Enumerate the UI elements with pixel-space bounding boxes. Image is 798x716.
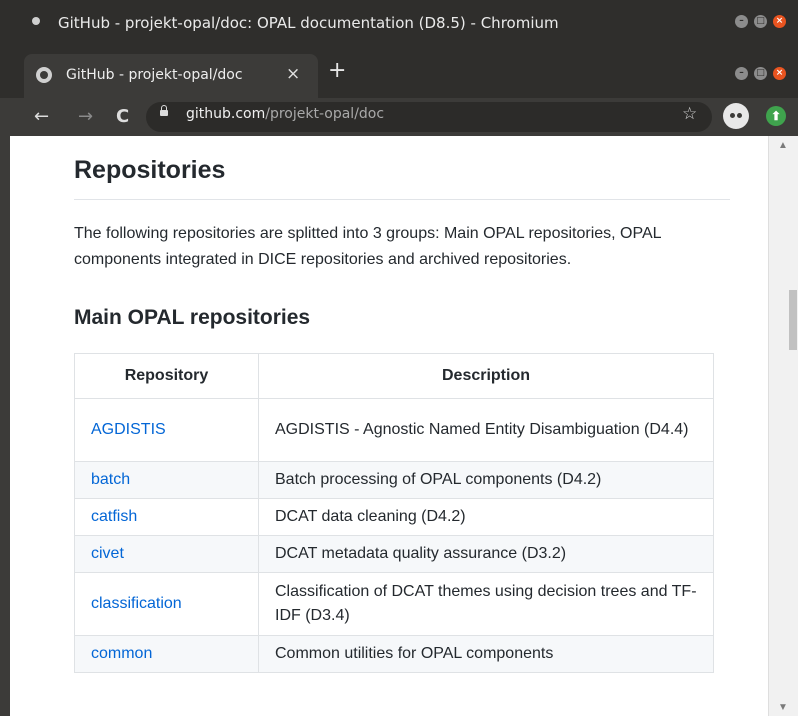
repo-cell: common [74,635,259,673]
table-row: catfish DCAT data cleaning (D4.2) [74,498,714,536]
scroll-up-arrow-icon[interactable]: ▲ [778,140,788,151]
minimize-icon[interactable]: – [735,15,748,28]
url-host: github.com [186,106,266,122]
intro-paragraph: The following repositories are splitted … [74,225,661,268]
repo-link-civet[interactable]: civet [91,545,124,562]
page-content: Repositories The following repositories … [10,136,768,716]
scroll-down-arrow-icon[interactable]: ▼ [778,702,788,713]
repo-link-agdistis[interactable]: AGDISTIS [91,421,166,438]
maximize-icon[interactable]: □ [754,15,767,28]
scrollbar-thumb[interactable] [789,290,797,350]
bookmark-star-icon[interactable]: ☆ [682,104,697,124]
tab-title: GitHub - projekt-opal/doc [66,67,243,83]
repo-cell: civet [74,535,259,573]
forward-button[interactable]: → [78,106,93,127]
description-cell: Classification of DCAT themes using deci… [258,572,714,636]
description-cell: AGDISTIS - Agnostic Named Entity Disambi… [258,398,714,462]
back-button[interactable]: ← [34,106,49,127]
repo-cell: classification [74,572,259,636]
tab-close-icon[interactable]: × [286,64,300,84]
extension-icon[interactable]: ⬆ [766,106,786,126]
repo-link-common[interactable]: common [91,645,152,662]
repo-link-catfish[interactable]: catfish [91,508,137,525]
tabstrip-minimize-icon[interactable]: – [735,67,748,80]
repositories-table: Repository Description AGDISTIS AGDISTIS… [74,353,714,673]
reload-button[interactable]: C [116,106,129,127]
new-tab-button[interactable]: + [328,58,346,83]
description-cell: Batch processing of OPAL components (D4.… [258,461,714,499]
table-row: batch Batch processing of OPAL component… [74,461,714,499]
github-favicon-icon [36,67,52,83]
url-text[interactable]: github.com/projekt-opal/doc [186,106,384,122]
table-row: AGDISTIS AGDISTIS - Agnostic Named Entit… [74,398,714,462]
column-header-repository: Repository [74,353,259,399]
table-row: civet DCAT metadata quality assurance (D… [74,535,714,573]
close-window-icon[interactable]: × [773,15,786,28]
table-header-row: Repository Description [74,353,714,399]
tabstrip-maximize-icon[interactable]: □ [754,67,767,80]
description-cell: DCAT data cleaning (D4.2) [258,498,714,536]
table-row: common Common utilities for OPAL compone… [74,635,714,673]
vertical-scrollbar[interactable]: ▲ ▼ [768,136,798,716]
tab-strip: GitHub - projekt-opal/doc × + – □ × [0,46,798,98]
repo-cell: AGDISTIS [74,398,259,462]
description-cell: Common utilities for OPAL components [258,635,714,673]
tab-github-doc[interactable]: GitHub - projekt-opal/doc × [24,54,318,98]
window-border [0,136,10,716]
browser-toolbar: ← → C github.com/projekt-opal/doc ☆ ⬆ [0,98,798,136]
description-cell: DCAT metadata quality assurance (D3.2) [258,535,714,573]
tabstrip-close-icon[interactable]: × [773,67,786,80]
repo-cell: batch [74,461,259,499]
repo-link-batch[interactable]: batch [91,471,130,488]
subheading-main-repositories: Main OPAL repositories [74,306,311,329]
window-menu-icon[interactable] [32,17,40,25]
url-path: /projekt-opal/doc [265,106,385,122]
section-heading-repositories: Repositories [74,156,226,184]
window-title: GitHub - projekt-opal/doc: OPAL document… [58,14,559,32]
window-titlebar: GitHub - projekt-opal/doc: OPAL document… [0,0,798,46]
column-header-description: Description [258,353,714,399]
lock-icon[interactable] [160,105,168,116]
repo-link-classification[interactable]: classification [91,595,182,612]
heading-divider [74,199,730,200]
profile-avatar-icon[interactable] [723,103,749,129]
repo-cell: catfish [74,498,259,536]
table-row: classification Classification of DCAT th… [74,572,714,636]
